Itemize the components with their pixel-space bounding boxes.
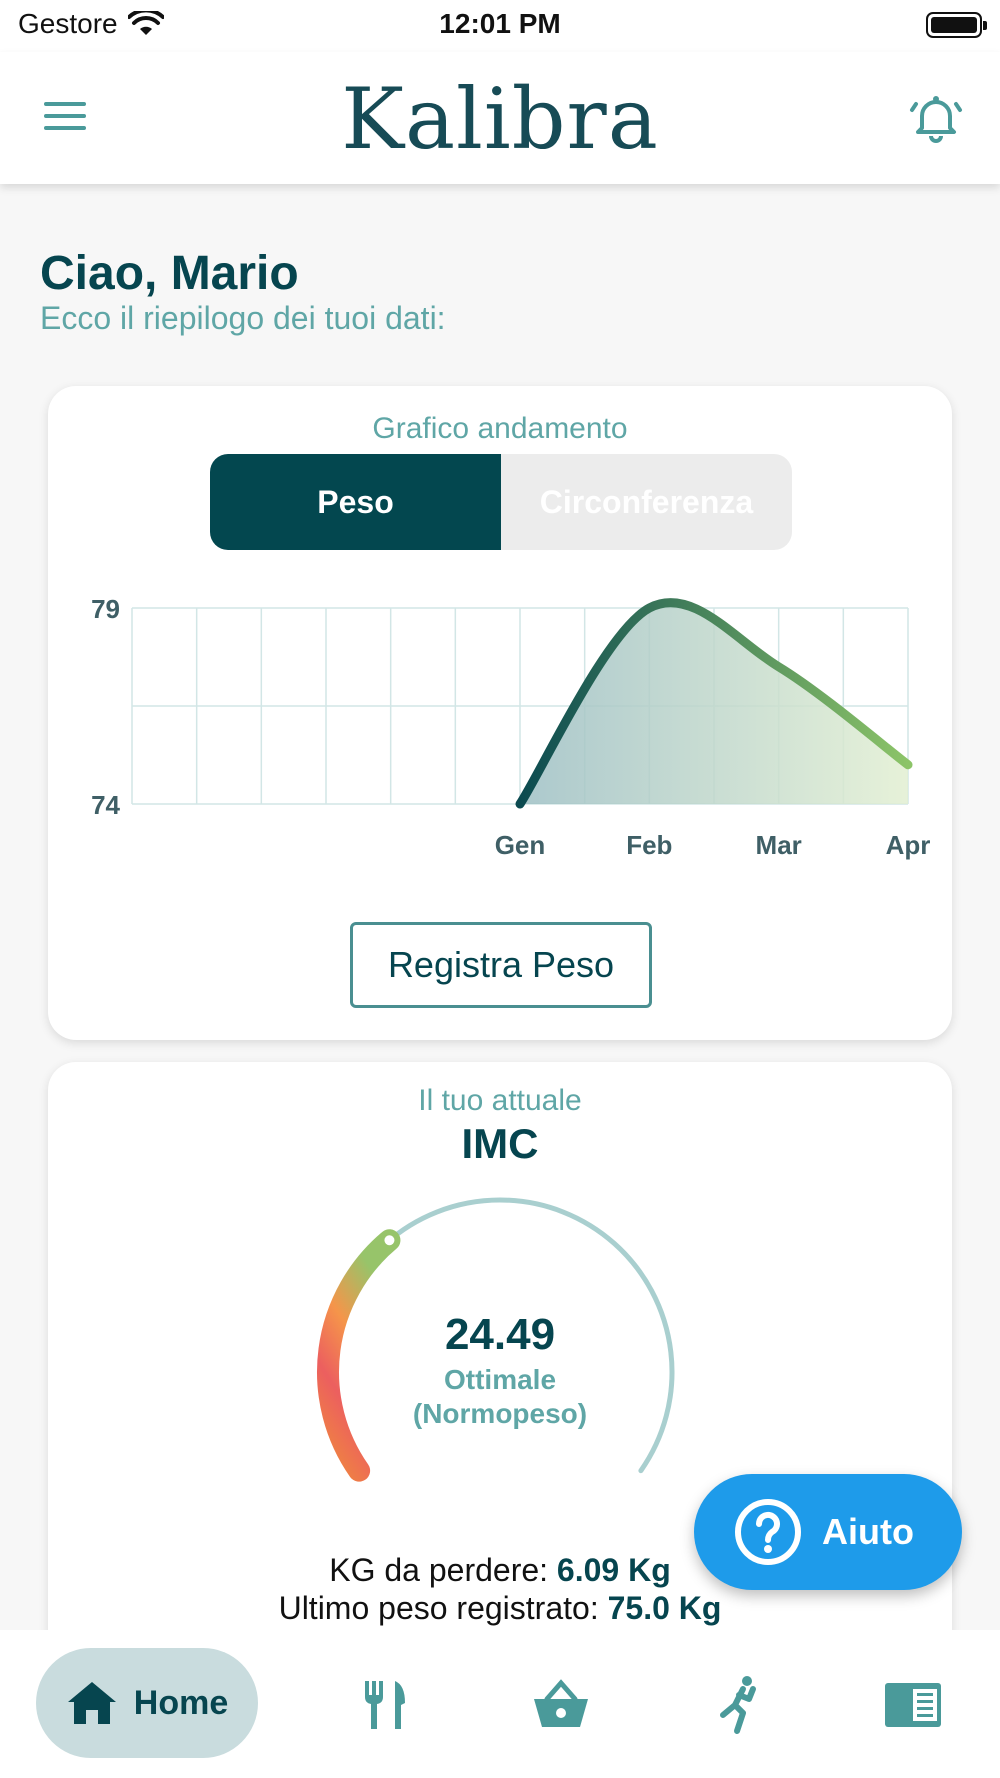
nav-journal[interactable] [878, 1670, 948, 1740]
notifications-button[interactable] [908, 90, 964, 146]
status-time: 12:01 PM [439, 8, 561, 39]
nav-shopping[interactable] [526, 1670, 596, 1740]
x-tick-label: Gen [495, 830, 546, 860]
trend-chart-card: Grafico andamento Peso Circonferenza 74 7… [48, 386, 952, 1040]
question-icon [735, 1499, 801, 1565]
y-tick-label: 79 [91, 594, 120, 624]
home-icon [67, 1682, 116, 1724]
battery-icon [926, 12, 987, 38]
help-label: Aiuto [822, 1511, 914, 1552]
basket-icon [534, 1679, 588, 1727]
weight-trend-chart: 74 79 Gen Feb Mar Apr [91, 594, 931, 860]
last-weight-label: Ultimo peso registrato: [278, 1590, 599, 1626]
kg-to-lose-value: 6.09 Kg [556, 1552, 671, 1588]
x-tick-label: Mar [756, 830, 802, 860]
gauge-marker [384, 1235, 395, 1246]
register-weight-button[interactable]: Registra Peso [350, 922, 652, 1008]
app-header: Kalibra [0, 52, 1000, 184]
nav-diet[interactable] [350, 1670, 420, 1740]
activity-icon [720, 1676, 756, 1734]
kg-to-lose-label: KG da perdere: [329, 1552, 549, 1588]
brand-logo: Kalibra [341, 70, 659, 168]
greeting-subtitle: Ecco il riepilogo dei tuoi dati: [40, 300, 446, 336]
y-tick-label: 74 [91, 790, 120, 820]
imc-category: Ottimale [443, 1364, 557, 1395]
fork-knife-icon [365, 1681, 405, 1729]
bell-icon [910, 96, 962, 143]
bottom-nav: Home [0, 1630, 1000, 1778]
help-button[interactable]: Aiuto [694, 1474, 962, 1590]
greeting-title: Ciao, Mario [40, 247, 299, 300]
last-weight: Ultimo peso registrato: 75.0 Kg [48, 1590, 952, 1627]
nav-home-label: Home [133, 1683, 229, 1722]
x-tick-label: Feb [626, 830, 672, 860]
x-tick-label: Apr [886, 830, 931, 860]
imc-category-detail: (Normopeso) [412, 1398, 588, 1429]
status-bar: Gestore 12:01 PM [0, 0, 1000, 52]
last-weight-value: 75.0 Kg [607, 1590, 722, 1626]
journal-icon [885, 1683, 941, 1727]
imc-value: 24.49 [444, 1310, 556, 1359]
nav-activity[interactable] [702, 1670, 772, 1740]
nav-home[interactable]: Home [36, 1648, 258, 1758]
